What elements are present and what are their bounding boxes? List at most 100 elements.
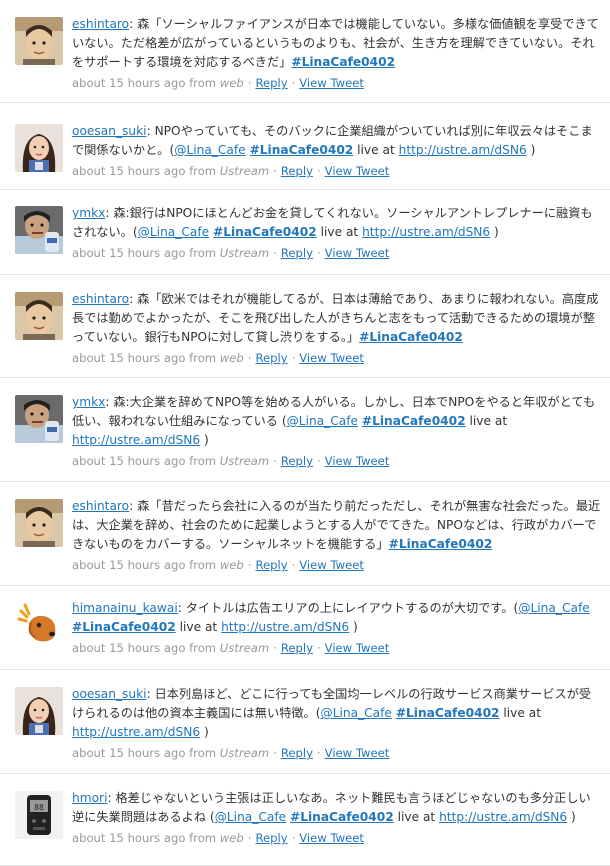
mention-link[interactable]: @Lina_Cafe <box>138 225 209 239</box>
reply-link[interactable]: Reply <box>255 558 287 572</box>
tweet-item: ooesan_suki: 日本列島ほど、どこに行っても全国均一レベルの行政サービ… <box>0 670 610 774</box>
timestamp-text: about 15 hours ago from <box>72 454 217 468</box>
live-at-text: live at <box>320 225 359 239</box>
timestamp-text: about 15 hours ago from <box>72 164 217 178</box>
ustream-link[interactable]: http://ustre.am/dSN6 <box>399 143 527 157</box>
hashtag-link[interactable]: #LinaCafe0402 <box>389 537 493 551</box>
hashtag-link[interactable]: #LinaCafe0402 <box>290 810 394 824</box>
tweet-source: Ustream <box>219 164 270 178</box>
tweet-text: 森「昔だったら会社に入るのが当たり前だっただし、それが無害な社会だった。最近は、… <box>72 499 601 551</box>
user-avatar-man-avatar[interactable] <box>15 395 63 443</box>
ustream-link[interactable]: http://ustre.am/dSN6 <box>362 225 490 239</box>
user-avatar-dog-avatar[interactable] <box>15 601 63 649</box>
reply-link[interactable]: Reply <box>281 746 313 760</box>
reply-link[interactable]: Reply <box>281 246 313 260</box>
ustream-link[interactable]: http://ustre.am/dSN6 <box>439 810 567 824</box>
reply-link[interactable]: Reply <box>281 641 313 655</box>
view-tweet-link[interactable]: View Tweet <box>325 746 390 760</box>
live-at-text: live at <box>469 414 508 428</box>
user-avatar-device-avatar[interactable]: 88 <box>15 791 63 839</box>
live-at-text: live at <box>503 706 542 720</box>
tweet-author-link[interactable]: eshintaro <box>72 17 129 31</box>
separator-dot: · <box>316 641 321 655</box>
ustream-link[interactable]: http://ustre.am/dSN6 <box>221 620 349 634</box>
tweet-author-link[interactable]: himanainu_kawai <box>72 601 178 615</box>
timestamp-text: about 15 hours ago from <box>72 558 217 572</box>
tweet-item: eshintaro: 森「ソーシャルファイアンスが日本では機能していない。多様な… <box>0 0 610 103</box>
reply-link[interactable]: Reply <box>281 164 313 178</box>
tweet-author-link[interactable]: ooesan_suki <box>72 687 147 701</box>
tweet-source: Ustream <box>219 641 270 655</box>
svg-text:88: 88 <box>34 803 44 812</box>
mention-link[interactable]: @Lina_Cafe <box>174 143 245 157</box>
separator-dot: · <box>273 246 277 260</box>
live-at-text: live at <box>179 620 218 634</box>
reply-link[interactable]: Reply <box>255 351 287 365</box>
mention-link[interactable]: @Lina_Cafe <box>287 414 358 428</box>
reply-link[interactable]: Reply <box>255 831 287 845</box>
separator-dot: · <box>247 76 252 90</box>
user-avatar-man-avatar[interactable] <box>15 206 63 254</box>
tweet-meta: about 15 hours ago from Ustream · Reply · Vi… <box>72 244 602 263</box>
user-avatar-girl-avatar[interactable] <box>15 124 63 172</box>
tweet-source: Ustream <box>219 454 270 468</box>
separator-dot: · <box>316 454 321 468</box>
mention-link[interactable]: @Lina_Cafe <box>518 601 589 615</box>
view-tweet-link[interactable]: View Tweet <box>325 454 390 468</box>
tweet-item: himanainu_kawai: タイトルは広告エリアの上にレイアウトするのが大… <box>0 586 610 670</box>
tweet-meta: about 15 hours ago from Ustream · Reply · Vi… <box>72 452 602 471</box>
user-avatar-girl-avatar[interactable] <box>15 687 63 735</box>
mention-link[interactable]: @Lina_Cafe <box>215 810 286 824</box>
hashtag-link[interactable]: #LinaCafe0402 <box>213 225 317 239</box>
tweet-source: web <box>219 831 244 845</box>
hashtag-link[interactable]: #LinaCafe0402 <box>362 414 466 428</box>
view-tweet-link[interactable]: View Tweet <box>299 351 364 365</box>
timestamp-text: about 15 hours ago from <box>72 351 217 365</box>
tweet-item: ymkx: 森:大企業を辞めてNPO等を始める人がいる。しかし、日本でNPOをや… <box>0 378 610 482</box>
separator-dot: · <box>273 164 277 178</box>
ustream-link[interactable]: http://ustre.am/dSN6 <box>72 725 200 739</box>
hashtag-link[interactable]: #LinaCafe0402 <box>291 55 395 69</box>
live-at-text: live at <box>397 810 436 824</box>
hashtag-link[interactable]: #LinaCafe0402 <box>396 706 500 720</box>
view-tweet-link[interactable]: View Tweet <box>299 558 364 572</box>
tweet-author-link[interactable]: hmori <box>72 791 107 805</box>
mention-link[interactable]: @Lina_Cafe <box>321 706 392 720</box>
user-avatar-face-avatar[interactable] <box>15 292 63 340</box>
separator-dot: · <box>316 746 321 760</box>
tweet-timeline: eshintaro: 森「ソーシャルファイアンスが日本では機能していない。多様な… <box>0 0 610 866</box>
separator-dot: · <box>291 558 296 572</box>
tweet-meta: about 15 hours ago from web · Reply · View T… <box>72 556 602 575</box>
reply-link[interactable]: Reply <box>281 454 313 468</box>
tweet-meta: about 15 hours ago from web · Reply · View T… <box>72 349 602 368</box>
tweet-text: 森「欧米ではそれが機能してるが、日本は薄給であり、あまりに報われない。高度成長で… <box>72 292 599 344</box>
view-tweet-link[interactable]: View Tweet <box>325 164 390 178</box>
reply-link[interactable]: Reply <box>255 76 287 90</box>
user-avatar-face-avatar[interactable] <box>15 499 63 547</box>
tweet-text: タイトルは広告エリアの上にレイアウトするのが大切です。( <box>185 601 519 615</box>
hashtag-link[interactable]: #LinaCafe0402 <box>250 143 354 157</box>
view-tweet-link[interactable]: View Tweet <box>299 76 364 90</box>
tweet-source: Ustream <box>219 746 270 760</box>
tweet-meta: about 15 hours ago from Ustream · Reply · Vi… <box>72 744 602 763</box>
tweet-source: web <box>219 558 244 572</box>
separator-dot: · <box>291 831 296 845</box>
separator-dot: · <box>291 76 296 90</box>
tweet-item: ooesan_suki: NPOやっていても、そのバックに企業組織がついていれば… <box>0 103 610 190</box>
tweet-author-link[interactable]: ymkx <box>72 206 105 220</box>
hashtag-link[interactable]: #LinaCafe0402 <box>72 620 176 634</box>
hashtag-link[interactable]: #LinaCafe0402 <box>359 330 463 344</box>
separator-dot: · <box>273 454 277 468</box>
tweet-meta: about 15 hours ago from Ustream · Reply · Vi… <box>72 639 602 658</box>
tweet-author-link[interactable]: eshintaro <box>72 499 129 513</box>
view-tweet-link[interactable]: View Tweet <box>299 831 364 845</box>
user-avatar-face-avatar[interactable] <box>15 17 63 65</box>
view-tweet-link[interactable]: View Tweet <box>325 246 390 260</box>
tweet-author-link[interactable]: eshintaro <box>72 292 129 306</box>
ustream-link[interactable]: http://ustre.am/dSN6 <box>72 433 200 447</box>
separator-dot: · <box>247 558 252 572</box>
tweet-author-link[interactable]: ymkx <box>72 395 105 409</box>
separator-dot: · <box>247 831 252 845</box>
view-tweet-link[interactable]: View Tweet <box>325 641 390 655</box>
tweet-author-link[interactable]: ooesan_suki <box>72 124 147 138</box>
